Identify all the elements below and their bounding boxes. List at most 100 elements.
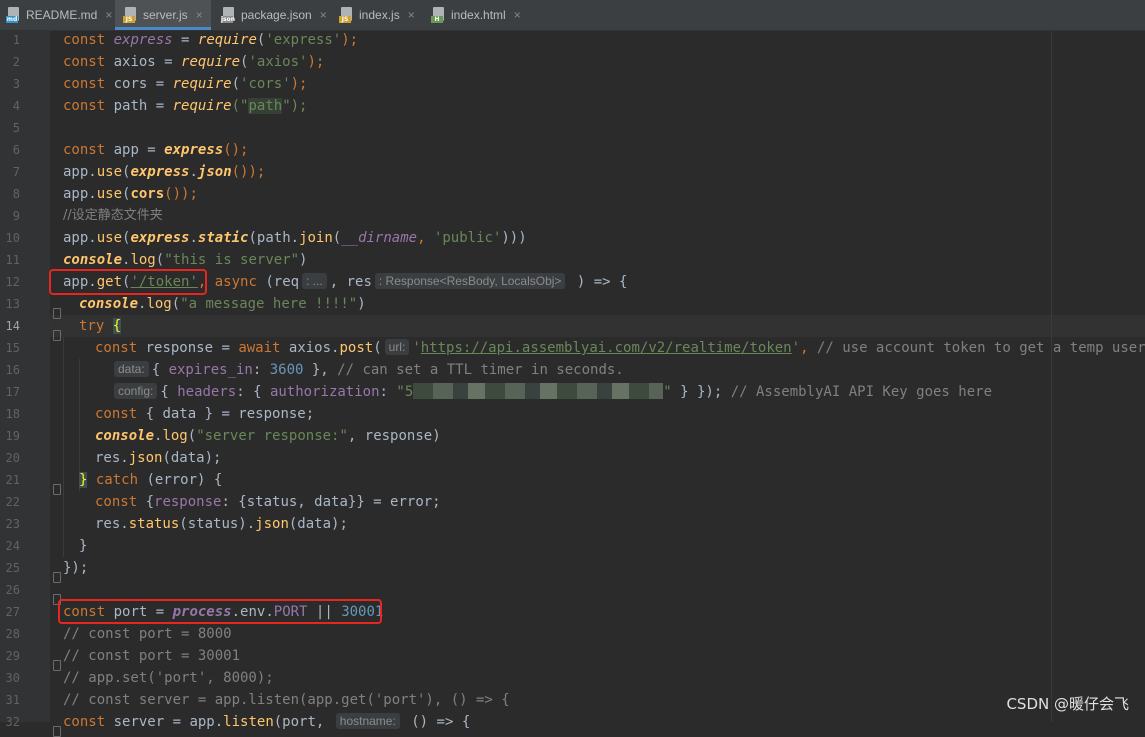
code-line[interactable]: app.use(express.json()); [63, 161, 265, 183]
code-line[interactable]: const {response: {status, data}} = error… [95, 491, 441, 513]
line-number[interactable]: 25 [0, 557, 20, 579]
code-line[interactable]: res.status(status).json(data); [95, 513, 348, 535]
function-name: require [181, 54, 241, 70]
line-number[interactable]: 13 [0, 293, 20, 315]
line-number[interactable]: 6 [0, 139, 20, 161]
code-text: { [137, 494, 155, 510]
line-number[interactable]: 29 [0, 645, 20, 667]
url-link[interactable]: https://api.assemblyai.com/v2/realtime/t… [421, 340, 792, 356]
fold-marker[interactable] [53, 660, 61, 671]
code-line[interactable]: const { data } = response; [95, 403, 314, 425]
code-line[interactable]: data:{ expires_in: 3600 }, // can set a … [111, 359, 624, 381]
line-number[interactable]: 2 [0, 51, 20, 73]
line-number[interactable]: 20 [0, 447, 20, 469]
code-line[interactable]: try { [79, 315, 122, 337]
code-text: (" [231, 98, 249, 114]
line-number[interactable]: 1 [0, 29, 20, 51]
close-icon[interactable]: × [105, 8, 112, 22]
code-text: ) [299, 252, 308, 268]
fold-marker[interactable] [53, 726, 61, 737]
line-number[interactable]: 17 [0, 381, 20, 403]
code-line[interactable]: }); [63, 557, 88, 579]
comment: //设定静态文件夹 [63, 208, 163, 223]
line-number[interactable]: 3 [0, 73, 20, 95]
code-text: ))) [501, 230, 527, 246]
close-icon[interactable]: × [196, 8, 203, 22]
fold-marker[interactable] [53, 330, 61, 341]
line-number[interactable]: 24 [0, 535, 20, 557]
code-text: path = [105, 98, 173, 114]
code-line[interactable]: // const server = app.listen(app.get('po… [63, 689, 510, 711]
close-icon[interactable]: × [514, 8, 521, 22]
code-line[interactable]: const server = app.listen(port, hostname… [63, 711, 470, 733]
line-number[interactable]: 11 [0, 249, 20, 271]
line-number[interactable]: 9 [0, 205, 20, 227]
tab-package-json[interactable]: json package.json × [215, 0, 339, 30]
code-line[interactable]: console.log("this is server") [63, 249, 307, 271]
close-icon[interactable]: × [408, 8, 415, 22]
tab-readme-md[interactable]: md README.md × [0, 0, 121, 30]
code-line[interactable]: app.use(cors()); [63, 183, 198, 205]
code-line[interactable]: const axios = require('axios'); [63, 51, 324, 73]
fold-marker[interactable] [53, 308, 61, 319]
property-name: expires_in [168, 362, 253, 378]
tab-index-html[interactable]: H index.html × [425, 0, 531, 30]
fold-marker[interactable] [53, 484, 61, 495]
line-number[interactable]: 32 [0, 711, 20, 733]
line-number[interactable]: 30 [0, 667, 20, 689]
line-number[interactable]: 16 [0, 359, 20, 381]
line-number[interactable]: 23 [0, 513, 20, 535]
code-line[interactable]: const response = await axios.post(url:'h… [95, 337, 1145, 359]
tab-server-js[interactable]: JS server.js × [115, 0, 211, 30]
line-number[interactable]: 21 [0, 469, 20, 491]
code-line[interactable]: app.use(express.static(path.join(__dirna… [63, 227, 527, 249]
code-line[interactable]: res.json(data); [95, 447, 221, 469]
comment: // const server = app.listen(app.get('po… [63, 692, 510, 708]
tab-index-js[interactable]: JS index.js × [333, 0, 429, 30]
line-number[interactable]: 22 [0, 491, 20, 513]
keyword: const [63, 54, 106, 70]
code-line[interactable]: const path = require("path"); [63, 95, 307, 117]
code-line[interactable]: // app.set('port', 8000); [63, 667, 274, 689]
string-literal: 'public' [433, 230, 502, 246]
code-text: (data); [162, 450, 222, 466]
code-text: app. [63, 186, 97, 202]
code-line[interactable]: //设定静态文件夹 [63, 205, 163, 227]
line-number[interactable]: 27 [0, 601, 20, 623]
close-icon[interactable]: × [320, 8, 327, 22]
code-text: }); [63, 560, 89, 576]
code-line[interactable]: } catch (error) { [79, 469, 222, 491]
line-number[interactable]: 28 [0, 623, 20, 645]
code-text: ( [332, 230, 342, 246]
code-line[interactable]: const cors = require('cors'); [63, 73, 307, 95]
code-editor[interactable]: 1 2 3 4 5 6 7 8 9 10 11 12 13 14 15 16 17 18 19 20 21 22 23 24 2… [0, 29, 1145, 737]
code-text: ); [341, 32, 359, 48]
line-number[interactable]: 7 [0, 161, 20, 183]
line-number[interactable]: 18 [0, 403, 20, 425]
editor-tab-bar: md README.md × JS server.js × json packa… [0, 0, 1145, 31]
code-line[interactable]: console.log("a message here !!!!") [79, 293, 366, 315]
line-number[interactable]: 5 [0, 117, 20, 139]
line-number[interactable]: 31 [0, 689, 20, 711]
line-number[interactable]: 8 [0, 183, 20, 205]
line-number[interactable]: 15 [0, 337, 20, 359]
line-number[interactable]: 10 [0, 227, 20, 249]
matched-brace: { [112, 318, 122, 334]
code-line[interactable]: // const port = 30001 [63, 645, 240, 667]
line-number[interactable]: 4 [0, 95, 20, 117]
code-line[interactable]: console.log("server response:", response… [95, 425, 441, 447]
code-line[interactable]: config:{ headers: { authorization: "5 " }… [111, 381, 992, 403]
line-number[interactable]: 12 [0, 271, 20, 293]
code-line[interactable]: // const port = 8000 [63, 623, 232, 645]
line-number[interactable]: 14 [0, 315, 20, 337]
code-line[interactable]: const app = express(); [63, 139, 248, 161]
code-line[interactable]: const express = require('express'); [63, 29, 358, 51]
fold-marker[interactable] [53, 572, 61, 583]
line-number[interactable]: 19 [0, 425, 20, 447]
tab-label: index.html [451, 8, 506, 22]
line-number[interactable]: 26 [0, 579, 20, 601]
code-text: , response) [347, 428, 441, 444]
method-name: log [162, 428, 188, 444]
keyword: try [79, 318, 105, 334]
code-line[interactable]: } [79, 535, 87, 557]
